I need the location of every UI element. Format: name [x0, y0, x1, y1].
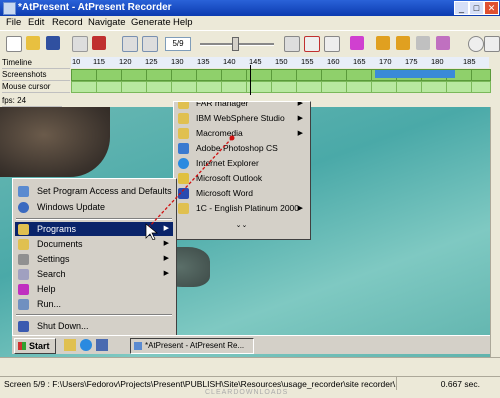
task-label: *AtPresent - AtPresent Re...: [145, 341, 245, 350]
timeline-ruler[interactable]: 10 115 120 125 130 135 140 145 150 155 1…: [71, 57, 489, 68]
menu-separator: [16, 314, 172, 316]
tick-label: 140: [223, 57, 236, 66]
click-effect-icon[interactable]: [376, 36, 390, 50]
app-icon: [3, 2, 16, 15]
timer-icon[interactable]: [468, 36, 484, 52]
menu-navigate[interactable]: Navigate: [88, 17, 126, 28]
fps-label[interactable]: fps: 24: [2, 95, 62, 107]
start-item-run[interactable]: Run...: [15, 297, 173, 311]
timeline-playhead[interactable]: [250, 65, 251, 95]
folder-icon: [178, 113, 189, 124]
programs-item-far-manager[interactable]: FAR manager ▶: [176, 102, 307, 111]
start-item-help[interactable]: Help: [15, 282, 173, 296]
next-frame-icon[interactable]: [142, 36, 158, 52]
prev-frame-icon[interactable]: [122, 36, 138, 52]
start-button[interactable]: Start: [14, 338, 56, 354]
tick-label: 170: [379, 57, 392, 66]
program-access-icon: [18, 186, 29, 197]
tick-label: 125: [145, 57, 158, 66]
start-item-search[interactable]: Search ▶: [15, 267, 173, 281]
horizontal-scrollbar[interactable]: [0, 357, 500, 368]
tick-label: 160: [327, 57, 340, 66]
crop-icon[interactable]: [324, 36, 340, 52]
folder-icon: [178, 102, 189, 109]
screen-icon[interactable]: [284, 36, 300, 52]
tick-label: 130: [171, 57, 184, 66]
tick-label: 185: [463, 57, 476, 66]
tick-label: 155: [301, 57, 314, 66]
title-bar: *AtPresent - AtPresent Recorder _ □ ✕: [0, 0, 500, 16]
help-icon: [18, 284, 29, 295]
search-icon: [18, 269, 29, 280]
new-icon[interactable]: [6, 36, 22, 52]
close-icon[interactable]: ✕: [484, 1, 499, 15]
ie-quicklaunch-icon[interactable]: [80, 339, 92, 351]
toolbar: 5/9: [0, 30, 500, 58]
menu-file[interactable]: File: [6, 17, 21, 28]
mouse-pointer-icon: [145, 223, 158, 240]
window-title: *AtPresent - AtPresent Recorder: [18, 2, 172, 13]
watermark: CLEARDOWNLOADS: [205, 389, 289, 396]
highlight-icon[interactable]: [396, 36, 410, 50]
stop-icon[interactable]: [92, 36, 106, 50]
run-icon: [18, 299, 29, 310]
tools-icon[interactable]: [416, 36, 430, 50]
timeline-row-label: Timeline: [2, 57, 70, 69]
start-item-shut-down[interactable]: Shut Down...: [15, 319, 173, 333]
wallpaper-rock: [0, 107, 110, 177]
vertical-scrollbar[interactable]: [490, 107, 500, 357]
menu-help[interactable]: Help: [173, 17, 193, 28]
windows-update-icon: [18, 202, 29, 213]
status-path: Screen 5/9 : F:\Users\Fedorov\Projects\P…: [4, 377, 397, 390]
tick-label: 180: [431, 57, 444, 66]
settings-icon[interactable]: [484, 36, 500, 52]
programs-icon: [18, 224, 29, 235]
app-task-icon: [134, 342, 142, 350]
mouse-cursor-row-label: Mouse cursor: [2, 81, 70, 93]
outlook-quicklaunch-icon[interactable]: [96, 339, 108, 351]
menu-record[interactable]: Record: [52, 17, 83, 28]
tick-label: 135: [197, 57, 210, 66]
tick-label: 120: [119, 57, 132, 66]
status-duration: 0.667 sec.: [440, 379, 480, 389]
shutdown-icon: [18, 321, 29, 332]
screenshots-row-label: Screenshots: [2, 69, 70, 81]
documents-icon: [18, 239, 29, 250]
delete-icon[interactable]: [304, 36, 320, 52]
tick-label: 10: [72, 57, 81, 66]
start-item-settings[interactable]: Settings ▶: [15, 252, 173, 266]
settings-icon: [18, 254, 29, 265]
selected-screenshot-segment[interactable]: [375, 70, 455, 78]
show-desktop-icon[interactable]: [64, 339, 76, 351]
tick-label: 165: [353, 57, 366, 66]
mouse-path-line: [147, 137, 233, 229]
mouse-cursor-track[interactable]: [71, 81, 491, 93]
windows-logo-icon: [18, 342, 26, 350]
taskbar: Start *AtPresent - AtPresent Re...: [12, 335, 490, 354]
mouse-path-arrow: [145, 135, 235, 240]
tick-label: 175: [405, 57, 418, 66]
maximize-icon[interactable]: □: [469, 1, 484, 15]
menu-bar: File Edit Record Navigate Generate Help: [0, 16, 500, 30]
tick-label: 115: [93, 57, 105, 66]
mouse-path-end-dot: [229, 135, 235, 141]
menu-edit[interactable]: Edit: [28, 17, 44, 28]
menu-generate[interactable]: Generate: [131, 17, 171, 28]
timeline-panel: Timeline Screenshots Mouse cursor fps: 2…: [0, 57, 500, 107]
frame-counter[interactable]: 5/9: [165, 37, 191, 51]
taskbar-window-button[interactable]: *AtPresent - AtPresent Re...: [130, 338, 254, 354]
frame-slider-thumb[interactable]: [232, 37, 239, 51]
open-icon[interactable]: [26, 36, 40, 50]
start-label: Start: [29, 341, 50, 351]
programs-item-ibm-websphere[interactable]: IBM WebSphere Studio ▶: [176, 111, 307, 126]
cursor-icon[interactable]: [350, 36, 364, 50]
record-icon[interactable]: [72, 36, 88, 52]
tick-label: 150: [275, 57, 288, 66]
save-icon[interactable]: [46, 36, 60, 50]
annotation-icon[interactable]: [436, 36, 450, 50]
minimize-icon[interactable]: _: [454, 1, 469, 15]
